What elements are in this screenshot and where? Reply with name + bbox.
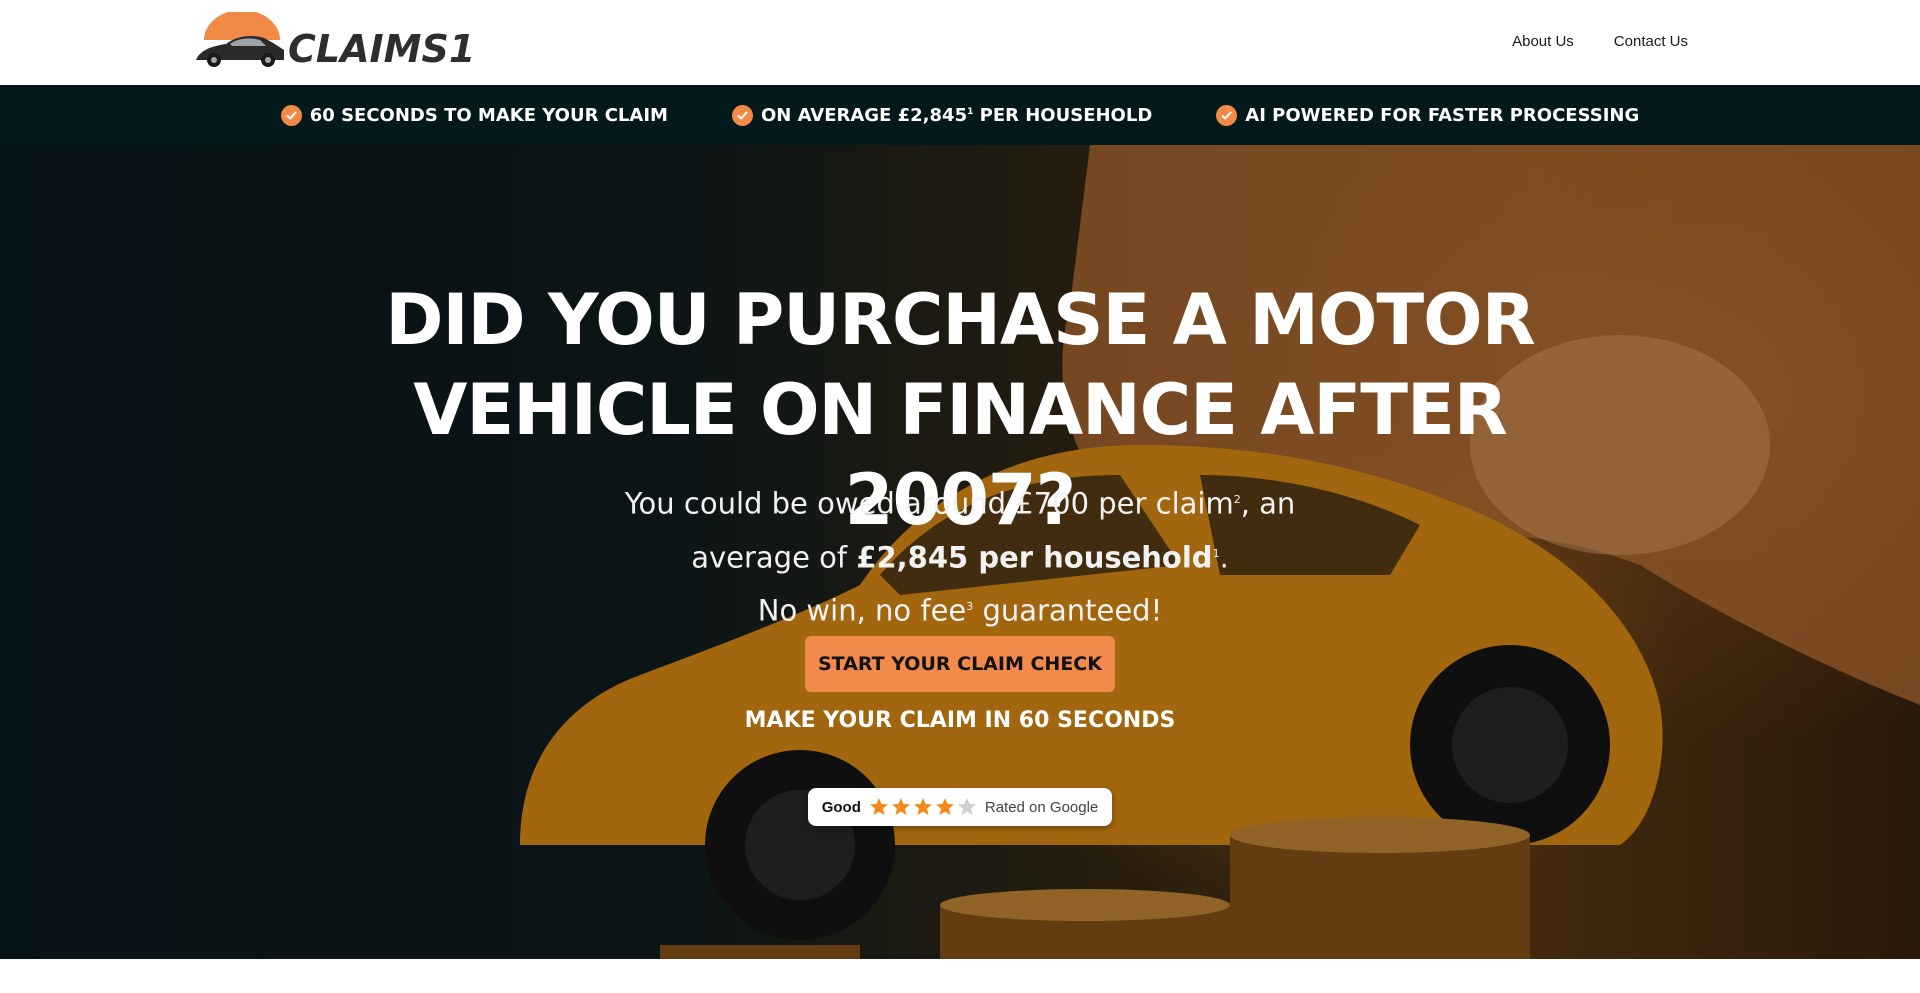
benefit-text: ON AVERAGE £2,8451 PER HOUSEHOLD: [760, 104, 1153, 126]
hero-section: DID YOU PURCHASE A MOTOR VEHICLE ON FINA…: [0, 145, 1920, 959]
rating-stars: [869, 797, 977, 817]
google-rating-badge[interactable]: Good Rated on Google: [808, 788, 1112, 826]
check-badge-icon: [1216, 104, 1238, 126]
main-nav: About Us Contact Us: [1512, 33, 1688, 50]
site-header: CLAIMS1 About Us Contact Us: [0, 0, 1920, 85]
rating-source: Rated on Google: [984, 798, 1099, 816]
start-claim-check-button[interactable]: START YOUR CLAIM CHECK: [805, 636, 1115, 692]
star-icon: [913, 798, 932, 815]
logo-text: CLAIMS1: [288, 27, 475, 71]
check-badge-icon: [280, 104, 302, 126]
benefit-item: ON AVERAGE £2,8451 PER HOUSEHOLD: [731, 104, 1153, 126]
claims1-logo[interactable]: CLAIMS1: [192, 12, 492, 72]
benefit-item: AI POWERED FOR FASTER PROCESSING: [1216, 104, 1640, 126]
benefit-text: AI POWERED FOR FASTER PROCESSING: [1245, 104, 1640, 126]
star-empty-icon: [957, 798, 976, 815]
nav-contact-us[interactable]: Contact Us: [1614, 33, 1688, 50]
check-badge-icon: [731, 104, 753, 126]
rating-label: Good: [821, 798, 861, 816]
hero-content: DID YOU PURCHASE A MOTOR VEHICLE ON FINA…: [0, 145, 1920, 959]
cta-caption: MAKE YOUR CLAIM IN 60 SECONDS: [744, 708, 1176, 733]
star-icon: [891, 798, 910, 815]
star-icon: [869, 798, 888, 815]
benefit-item: 60 SECONDS TO MAKE YOUR CLAIM: [280, 104, 668, 126]
benefits-bar: 60 SECONDS TO MAKE YOUR CLAIM ON AVERAGE…: [0, 85, 1920, 145]
logo-image: CLAIMS1: [196, 12, 475, 71]
nav-about-us[interactable]: About Us: [1512, 33, 1574, 50]
benefit-text: 60 SECONDS TO MAKE YOUR CLAIM: [309, 104, 668, 126]
hero-subtext: You could be owed around £700 per claim2…: [624, 486, 1296, 628]
star-icon: [935, 798, 954, 815]
